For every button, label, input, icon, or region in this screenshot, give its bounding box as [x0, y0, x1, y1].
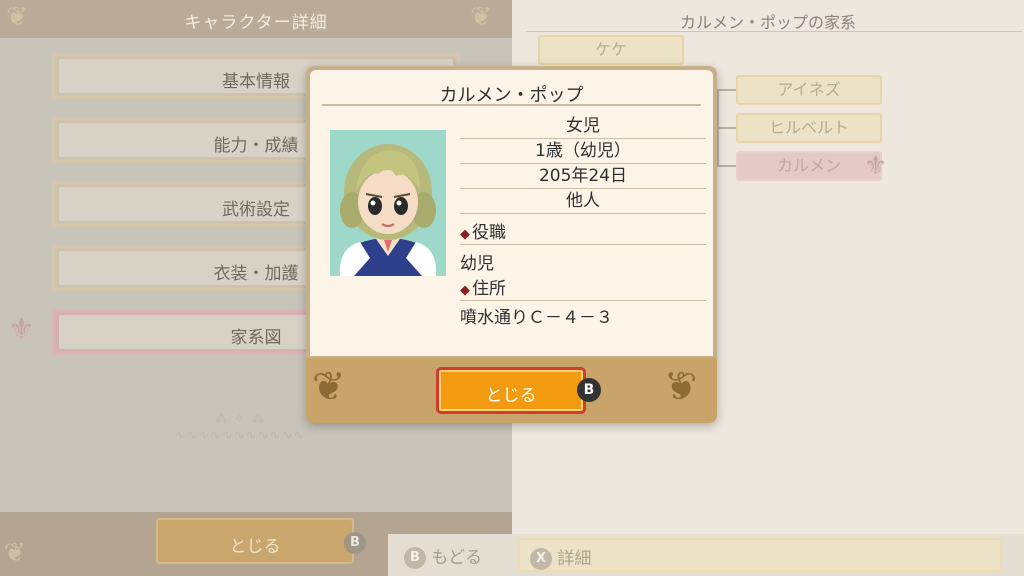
menu-cursor-icon: ⚜: [8, 312, 35, 347]
b-button-icon: B: [344, 532, 366, 554]
detail-bar[interactable]: X 詳細: [518, 538, 1002, 572]
address-value: 噴水通りＣ－４－３: [460, 308, 613, 328]
tree-connector: [717, 89, 719, 167]
character-profile-dialog: カルメン・ポップ 女児 1歳（幼児） 205年24日 他人 ◆ 役職 幼児 ◆ …: [306, 66, 717, 423]
relation: 他人: [460, 189, 706, 214]
tree-connector: [717, 89, 737, 91]
family-tree-title: カルメン・ポップの家系: [679, 13, 856, 32]
diamond-icon: ◆: [460, 227, 470, 242]
role-value: 幼児: [460, 254, 494, 274]
scroll-ornament-icon: ❦: [664, 364, 698, 410]
tree-node-child[interactable]: アイネズ: [736, 75, 882, 105]
diamond-icon: ◆: [460, 283, 470, 298]
scroll-ornament-icon: ❦: [312, 364, 346, 410]
back-label: もどる: [431, 548, 483, 568]
character-portrait: [330, 130, 446, 276]
x-button-icon: X: [530, 548, 552, 570]
tree-connector: [717, 127, 737, 129]
b-button-icon: B: [577, 378, 601, 402]
detail-label: 詳細: [557, 549, 592, 569]
dialog-body: カルメン・ポップ 女児 1歳（幼児） 205年24日 他人 ◆ 役職 幼児 ◆ …: [310, 70, 713, 356]
age: 1歳（幼児）: [460, 139, 706, 164]
left-close-button[interactable]: とじる B: [156, 518, 366, 564]
role-heading: ◆ 役職: [460, 221, 706, 245]
back-hint[interactable]: B もどる: [404, 543, 482, 569]
name-divider: [322, 104, 701, 106]
left-header: ❦ キャラクター詳細 ❦: [0, 0, 512, 38]
tree-node-child-selected[interactable]: カルメン: [736, 151, 882, 181]
tree-node-parent[interactable]: ケケ: [538, 35, 684, 65]
title-divider: [526, 31, 1022, 32]
character-portrait-image: [330, 130, 446, 276]
address-heading: ◆ 住所: [460, 277, 706, 301]
corner-ornament-icon: ❦: [470, 2, 492, 32]
dialog-close-button[interactable]: とじる: [436, 367, 586, 414]
b-button-icon: B: [404, 547, 426, 569]
corner-ornament-icon: ❦: [4, 538, 26, 568]
tree-node-child[interactable]: ヒルベルト: [736, 113, 882, 143]
tree-connector: [717, 165, 737, 167]
tree-cursor-icon: ⚜: [864, 151, 888, 181]
left-close-label: とじる: [229, 537, 281, 557]
gender-age-group: 女児: [460, 114, 706, 139]
dialog-close-label: とじる: [485, 386, 537, 406]
birthday: 205年24日: [460, 164, 706, 189]
left-panel-title: キャラクター詳細: [184, 13, 328, 33]
